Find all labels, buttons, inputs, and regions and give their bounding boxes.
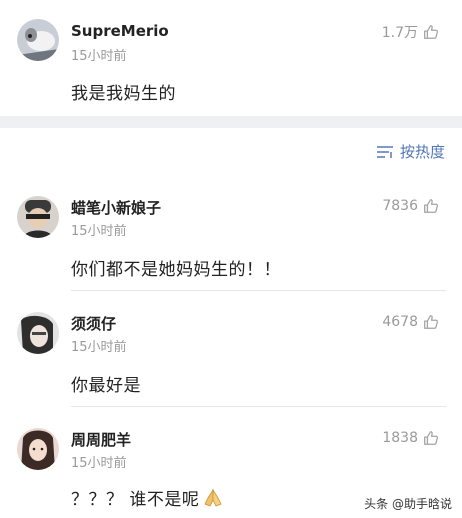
avatar-image xyxy=(17,19,59,61)
thumbs-up-icon xyxy=(424,315,438,329)
sort-lines-icon xyxy=(376,145,393,158)
thumbs-up-icon xyxy=(424,199,438,213)
sort-by-popularity[interactable]: 按热度 xyxy=(376,141,445,162)
avatar[interactable] xyxy=(17,19,59,61)
section-separator xyxy=(0,116,462,128)
username[interactable]: SupreMerio xyxy=(71,22,169,40)
divider xyxy=(71,406,446,407)
comment-text: ？？？ 谁不是呢 xyxy=(71,490,200,510)
comment-text: 你们都不是她妈妈生的！！ xyxy=(71,260,281,280)
comment-text: 你最好是 xyxy=(71,376,141,396)
avatar[interactable] xyxy=(17,312,59,354)
username[interactable]: 须须仔 xyxy=(71,313,116,334)
top-comment: SupreMerio 15小时前 我是我妈生的 1.7万 xyxy=(0,0,462,116)
watermark-text: 头条 @助手晗说 xyxy=(364,497,452,511)
comment-text: 我是我妈生的 xyxy=(71,84,176,104)
sort-label: 按热度 xyxy=(399,143,445,161)
list-item: 须须仔 15小时前 你最好是 4678 xyxy=(0,296,462,406)
list-item: 蜡笔小新娘子 15小时前 你们都不是她妈妈生的！！ 7836 xyxy=(0,180,462,290)
username[interactable]: 周周肥羊 xyxy=(71,429,131,450)
username[interactable]: 蜡笔小新娘子 xyxy=(71,197,161,218)
watermark: 头条 @助手晗说 xyxy=(364,495,452,512)
avatar[interactable] xyxy=(17,196,59,238)
like-count: 1838 xyxy=(382,430,418,446)
comment-time: 15小时前 xyxy=(71,224,127,239)
like-button[interactable]: 7836 xyxy=(382,197,440,215)
like-button[interactable]: 4678 xyxy=(382,313,440,331)
thumbs-up-icon xyxy=(424,431,438,445)
like-button[interactable]: 1.7万 xyxy=(382,22,440,42)
avatar-image xyxy=(17,428,59,470)
like-count: 4678 xyxy=(382,314,418,330)
like-button[interactable]: 1838 xyxy=(382,429,440,447)
avatar-image xyxy=(17,312,59,354)
comment-time: 15小时前 xyxy=(71,456,127,471)
praying-hands-emoji-icon xyxy=(204,488,222,507)
divider xyxy=(71,290,446,291)
like-count: 1.7万 xyxy=(381,25,418,41)
comment-time: 15小时前 xyxy=(71,340,127,355)
like-count: 7836 xyxy=(382,198,418,214)
comment-text-row: ？？？ 谁不是呢 xyxy=(71,485,224,510)
avatar-image xyxy=(17,196,59,238)
comment-time: 15小时前 xyxy=(71,49,127,64)
avatar[interactable] xyxy=(17,428,59,470)
thumbs-up-icon xyxy=(424,25,438,39)
